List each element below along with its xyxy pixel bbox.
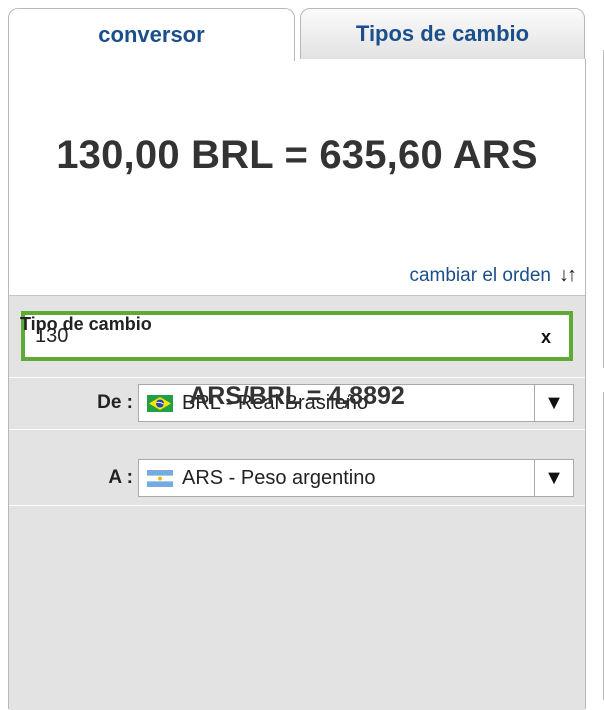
divider	[9, 429, 585, 430]
divider	[9, 505, 585, 506]
exchange-rate-title: Tipo de cambio	[20, 314, 152, 334]
exchange-rate-value: ARS/BRL = 4,8892	[189, 382, 405, 410]
swap-order-link[interactable]: cambiar el orden ↓↑	[409, 264, 577, 287]
tab-converter[interactable]: conversor	[8, 8, 295, 61]
tab-converter-label: conversor	[98, 22, 205, 47]
to-currency-select[interactable]: ARS - Peso argentino ▼	[138, 459, 574, 497]
converter-panel: 130,00 BRL = 635,60 ARS cambiar el orden…	[8, 59, 586, 710]
converter-form: x De : BRL - Real Brasileño ▼	[9, 295, 585, 710]
argentina-flag-icon	[147, 469, 173, 487]
swap-arrows-icon: ↓↑	[559, 264, 577, 286]
to-currency-value: ARS - Peso argentino	[182, 466, 376, 489]
currency-converter-widget: conversor Tipos de cambio 130,00 BRL = 6…	[8, 8, 586, 710]
conversion-result: 130,00 BRL = 635,60 ARS	[56, 133, 538, 177]
to-label: A :	[108, 467, 133, 488]
swap-order-label: cambiar el orden	[409, 264, 551, 286]
chevron-down-icon: ▼	[534, 460, 573, 496]
tab-exchange-rates-label: Tipos de cambio	[355, 21, 530, 46]
to-currency-row: A : ARS - Peso argentino ▼	[9, 453, 585, 503]
tab-exchange-rates[interactable]: Tipos de cambio	[300, 8, 585, 60]
clear-input-button[interactable]: x	[541, 327, 551, 348]
